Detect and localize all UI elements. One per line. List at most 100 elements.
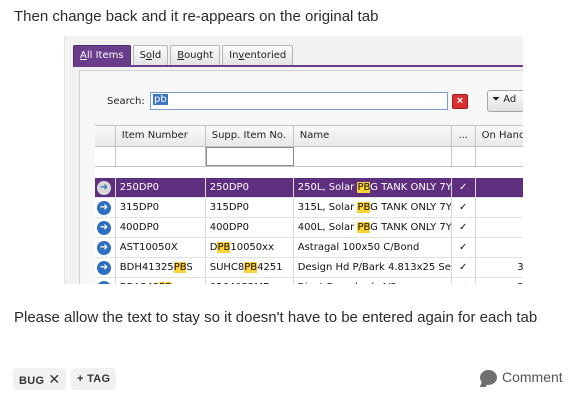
comment-button[interactable]: Comment <box>480 369 563 385</box>
cell-text: 400DP0 <box>209 222 249 233</box>
cell-text: AST10050X <box>119 242 178 253</box>
arrow-right-icon[interactable]: ➜ <box>97 281 111 284</box>
row-open-cell[interactable]: ➜ <box>95 238 116 257</box>
clear-search-button[interactable]: × <box>452 94 468 109</box>
cell-name: 315L, Solar PBG TANK ONLY 7Yr <box>294 198 452 217</box>
cell-item-number: BDH41325PBS <box>116 258 206 277</box>
cell-on-hand <box>476 238 523 257</box>
cell-text: 10050xx <box>230 242 274 253</box>
cell-text: G TANK ONLY 7Yr <box>370 202 452 213</box>
tab-label-part: entoried <box>244 50 287 61</box>
cell-supp-item-no: DPB10050xx <box>206 238 294 257</box>
tab-label-part: ld <box>152 50 162 61</box>
header-supp-item-no[interactable]: Supp. Item No. <box>206 126 294 146</box>
filter-cell-supp[interactable] <box>205 147 294 166</box>
cell-text: 315DP0 <box>209 202 249 213</box>
search-match-highlight: PB <box>357 182 371 193</box>
table-row[interactable]: ➜ BRAS43PB 0264032ME Rivet Paperbark 4/3 ✓34 <box>95 278 523 284</box>
table-row[interactable]: ➜ AST10050X DPB10050xx Astragal 100x50 C/Bo… <box>95 238 523 258</box>
cell-text: 250L, Solar <box>297 182 358 193</box>
check-icon: ✓ <box>452 278 476 284</box>
cell-text: 250DP0 <box>119 182 159 193</box>
cell-on-hand <box>476 198 523 217</box>
grid-rows: ➜ 250DP0 250DP0 250L, Solar PBG TANK ONLY 7… <box>95 178 523 284</box>
header-more[interactable]: ... <box>452 126 476 146</box>
check-icon: ✓ <box>452 218 476 237</box>
row-open-cell[interactable]: ➜ <box>95 198 116 217</box>
remove-tag-icon[interactable]: ✕ <box>48 371 60 387</box>
cell-supp-item-no: 250DP0 <box>206 178 294 197</box>
cell-name: Rivet Paperbark 4/3 <box>294 278 452 284</box>
grid-spacer <box>95 167 523 178</box>
comment-label: Comment <box>502 369 563 385</box>
tab-label-part: ll Items <box>86 50 124 61</box>
cell-text: Astragal 100x50 C/Bond <box>297 242 420 253</box>
row-open-cell[interactable]: ➜ <box>95 278 116 284</box>
cell-text: Rivet Paperbark 4/3 <box>298 282 397 284</box>
cell-on-hand: 34 <box>476 278 523 284</box>
cell-text: 315L, Solar <box>297 202 358 213</box>
cell-text: 315DP0 <box>119 202 159 213</box>
cell-item-number: 400DP0 <box>116 218 206 237</box>
table-row[interactable]: ➜ 400DP0 400DP0 400L, Solar PBG TANK ONLY 7… <box>95 218 523 238</box>
cell-text: S <box>186 262 193 273</box>
arrow-right-icon[interactable]: ➜ <box>97 221 111 235</box>
arrow-right-icon[interactable]: ➜ <box>97 201 111 215</box>
tab-0[interactable]: All Items <box>73 45 131 65</box>
row-open-cell[interactable]: ➜ <box>95 258 116 277</box>
arrow-right-icon[interactable]: ➜ <box>97 241 111 255</box>
search-match-highlight: PB <box>357 202 371 213</box>
cell-item-number: AST10050X <box>116 238 206 257</box>
filter-cell-item[interactable] <box>116 147 206 166</box>
header-select-column <box>95 126 116 146</box>
grid-filter-row <box>95 147 523 167</box>
cell-text: G TANK ONLY 7Yr <box>370 222 452 233</box>
cell-text: Design Hd P/Bark 4.813x25 Sea <box>297 262 452 273</box>
funnel-icon: ⏷ <box>492 94 500 105</box>
cell-name: Astragal 100x50 C/Bond <box>294 238 452 257</box>
header-on-hand[interactable]: On Hand <box>476 126 523 146</box>
tab-1[interactable]: Sold <box>132 45 169 65</box>
cell-item-number: BRAS43PB <box>116 278 206 284</box>
header-name[interactable]: Name <box>294 126 452 146</box>
advanced-filter-button[interactable]: ⏷ Ad <box>487 90 523 112</box>
items-grid: Item Number Supp. Item No. Name ... On H… <box>95 125 523 284</box>
cell-text: 250DP0 <box>209 182 249 193</box>
row-open-cell[interactable]: ➜ <box>95 218 116 237</box>
intro-text: Then change back and it re-appears on th… <box>14 8 379 25</box>
cell-supp-item-no: 400DP0 <box>206 218 294 237</box>
bug-tag-label: BUG <box>19 375 45 387</box>
tab-3[interactable]: Inventoried <box>222 45 294 65</box>
search-match-highlight: PB <box>244 262 258 273</box>
search-match-highlight: PB <box>159 282 172 284</box>
grid-header: Item Number Supp. Item No. Name ... On H… <box>95 125 523 147</box>
cell-text: G TANK ONLY 7Yr <box>370 182 452 193</box>
cell-item-number: 250DP0 <box>116 178 206 197</box>
filter-cell-onhand <box>476 147 523 166</box>
tab-2[interactable]: Bought <box>170 45 221 65</box>
tab-strip: All Items Sold Bought Inventoried <box>73 45 294 65</box>
arrow-right-icon[interactable]: ➜ <box>97 181 111 195</box>
cell-supp-item-no: 0264032ME <box>206 278 294 284</box>
cell-text: 400DP0 <box>119 222 159 233</box>
bug-tag[interactable]: BUG ✕ <box>13 368 67 390</box>
search-input[interactable]: pb <box>150 92 448 110</box>
arrow-right-icon[interactable]: ➜ <box>97 261 111 275</box>
check-icon: ✓ <box>452 258 476 277</box>
advanced-filter-label: Ad <box>503 94 517 105</box>
search-match-highlight: PB <box>217 242 231 253</box>
filter-cell-name[interactable] <box>294 147 452 166</box>
filter-cell-select <box>95 147 116 166</box>
check-icon: ✓ <box>452 238 476 257</box>
table-row[interactable]: ➜ BDH41325PBS SUHC8PB4251 Design Hd P/Bark … <box>95 258 523 278</box>
cell-text: 400L, Solar <box>297 222 358 233</box>
cell-text: BRAS43 <box>120 282 159 284</box>
row-open-cell[interactable]: ➜ <box>95 178 116 197</box>
add-tag-button[interactable]: + TAG <box>71 368 117 390</box>
cell-text: SUHC8 <box>209 262 245 273</box>
cell-name: Design Hd P/Bark 4.813x25 Sea <box>294 258 452 277</box>
cell-text: 0264032ME <box>210 282 269 284</box>
table-row[interactable]: ➜ 315DP0 315DP0 315L, Solar PBG TANK ONLY 7… <box>95 198 523 218</box>
header-item-number[interactable]: Item Number <box>116 126 206 146</box>
table-row[interactable]: ➜ 250DP0 250DP0 250L, Solar PBG TANK ONLY 7… <box>95 178 523 198</box>
